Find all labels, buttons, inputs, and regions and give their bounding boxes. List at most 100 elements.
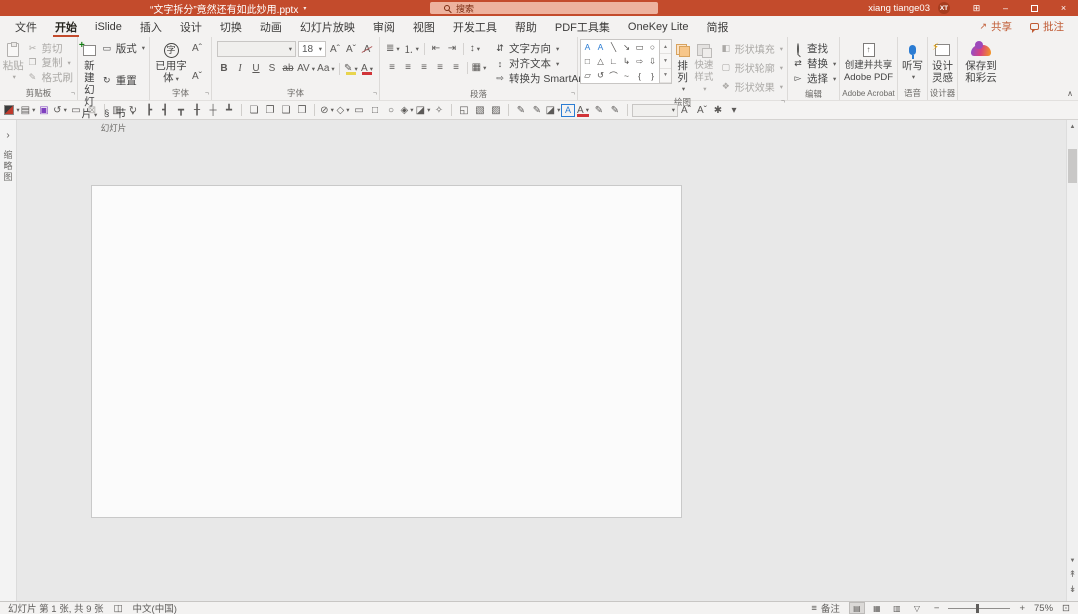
avatar[interactable]: XT xyxy=(938,2,950,14)
used-fonts-button[interactable]: 字 已用字 体▾ xyxy=(152,39,190,86)
shape-effects-button[interactable]: ❖形状效果▾ xyxy=(718,79,785,94)
format-painter-button[interactable]: ✎格式刷 xyxy=(25,70,76,84)
language-indicator[interactable]: 中文(中国) xyxy=(133,601,177,614)
thumbnail-pane-collapsed[interactable]: › 缩略图 xyxy=(0,120,17,601)
ribbon-tab[interactable]: PDF工具集 xyxy=(546,16,619,37)
dialog-launcher[interactable]: ⌐ xyxy=(571,90,575,97)
bold-button[interactable]: B xyxy=(217,61,231,76)
triangle[interactable]: △ xyxy=(594,54,607,68)
bullets-button[interactable]: ≣▾ xyxy=(385,41,401,56)
zoom-level[interactable]: 75% xyxy=(1034,603,1053,614)
dialog-launcher[interactable]: ⌐ xyxy=(373,90,377,97)
gallery-more-button[interactable]: ▼ xyxy=(660,69,671,83)
align-top-objects[interactable]: ┳ xyxy=(173,102,189,118)
select-button[interactable]: ▻选择▾ xyxy=(790,71,838,86)
save[interactable]: ▣ xyxy=(36,102,52,118)
increase-font-size-button[interactable]: Aˆ xyxy=(328,42,342,57)
insert-oval[interactable]: ○ xyxy=(383,102,399,118)
user-name[interactable]: xiang tiange03 xyxy=(868,3,930,14)
ribbon-tab[interactable]: 动画 xyxy=(251,16,291,37)
scroll-up-button[interactable]: ▲ xyxy=(1067,120,1078,133)
curve[interactable]: ~ xyxy=(620,69,633,83)
save-to-cloud-button[interactable]: 保存到 和彩云 xyxy=(965,39,997,86)
align-center-button[interactable]: ≡ xyxy=(401,60,415,75)
find-button[interactable]: 查找 xyxy=(790,41,838,56)
ribbon-tab[interactable]: 幻灯片放映 xyxy=(291,16,364,37)
gallery-down-button[interactable]: ▼ xyxy=(660,54,671,68)
insert-rectangle[interactable]: ▭ xyxy=(351,102,367,118)
underline-button[interactable]: U xyxy=(249,61,263,76)
zoom-thumb[interactable] xyxy=(976,604,979,613)
arc[interactable]: ⌒ xyxy=(607,69,620,83)
decrease-font-size[interactable]: Aˇ xyxy=(694,102,710,118)
align-left-objects[interactable]: ┣ xyxy=(141,102,157,118)
line[interactable]: ╲ xyxy=(607,40,620,54)
zoom-in-button[interactable]: + xyxy=(1019,603,1025,614)
scribble[interactable]: ↺ xyxy=(594,69,607,83)
elbow-connector[interactable]: ∟ xyxy=(607,54,620,68)
highlight-color[interactable]: ◪▾ xyxy=(545,102,561,118)
elbow-arrow-connector[interactable]: ↳ xyxy=(620,54,633,68)
ribbon-tab[interactable]: 插入 xyxy=(131,16,171,37)
character-spacing-button[interactable]: AV▾ xyxy=(297,61,315,76)
scrollbar-thumb[interactable] xyxy=(1068,149,1077,183)
align-bottom-objects[interactable]: ┻ xyxy=(221,102,237,118)
layout-button[interactable]: ▭版式▾ xyxy=(99,41,147,55)
copy-button[interactable]: ❐复制▾ xyxy=(25,56,76,70)
search-box[interactable]: 搜索 xyxy=(430,2,658,14)
ribbon-tab[interactable]: 开始 xyxy=(46,16,86,37)
textbox-horizontal[interactable]: A xyxy=(581,40,594,54)
text-shadow-button[interactable]: S xyxy=(265,61,279,76)
decrease-indent-button[interactable]: ⇤ xyxy=(429,41,443,56)
create-share-pdf-button[interactable]: ↑ 创建并共享 Adobe PDF xyxy=(844,39,893,86)
italic-button[interactable]: I xyxy=(233,61,247,76)
change-case-button[interactable]: Aa▾ xyxy=(317,61,335,76)
slide-number-indicator[interactable]: 幻灯片 第 1 张, 共 9 张 xyxy=(8,601,104,614)
scroll-down-button[interactable]: ▼ xyxy=(1067,554,1078,567)
increase-font-size[interactable]: Aˆ xyxy=(678,102,694,118)
numbering-button[interactable]: ⒈▾ xyxy=(403,41,420,56)
paste-button[interactable]: 粘贴 ▾ xyxy=(2,39,25,86)
font-name-combo[interactable]: ▾ xyxy=(217,41,296,57)
collapse-ribbon-button[interactable]: ∧ xyxy=(1067,89,1073,98)
shape-outline-button[interactable]: ▢形状轮廓▾ xyxy=(718,60,785,75)
normal-view[interactable]: ▤ xyxy=(849,602,865,614)
ribbon-display-options-button[interactable]: ⊞ xyxy=(962,0,991,16)
document-title[interactable]: “文字拆分”竟然还有如此妙用.pptx ▾ xyxy=(150,0,306,16)
insert-textbox[interactable]: A xyxy=(561,104,575,117)
rectangle[interactable]: ▭ xyxy=(633,40,646,54)
undo[interactable]: ↺▾ xyxy=(52,102,68,118)
ribbon-tab[interactable]: 审阅 xyxy=(364,16,404,37)
shrink-font-button[interactable]: Aˇ xyxy=(190,69,204,84)
crop[interactable]: ◱ xyxy=(456,102,472,118)
insert-chart[interactable]: ▥ xyxy=(109,102,125,118)
ribbon-tab[interactable]: 设计 xyxy=(171,16,211,37)
cut-button[interactable]: ✂剪切 xyxy=(25,41,76,55)
scrollbar-track[interactable] xyxy=(1067,133,1078,554)
oval[interactable]: ○ xyxy=(646,40,659,54)
no-outline[interactable]: ⊘▾ xyxy=(319,102,335,118)
arrange-button[interactable]: 排列 ▾ xyxy=(675,39,690,96)
change-shape[interactable]: ◇▾ xyxy=(335,102,351,118)
gallery-up-button[interactable]: ▲ xyxy=(660,40,671,54)
grow-font-button[interactable]: Aˆ xyxy=(190,41,204,56)
zoom-out-button[interactable]: − xyxy=(934,603,940,614)
maximize-button[interactable] xyxy=(1020,0,1049,16)
close-button[interactable]: × xyxy=(1049,0,1078,16)
left-brace[interactable]: { xyxy=(633,69,646,83)
distribute-button[interactable]: ≡ xyxy=(449,60,463,75)
minimize-button[interactable]: – xyxy=(991,0,1020,16)
design-ideas-button[interactable]: ⚡ 设计 灵感 xyxy=(932,39,953,86)
text-highlight-button[interactable]: ✎▾ xyxy=(344,61,358,76)
insert-picture[interactable]: ▧ xyxy=(472,102,488,118)
textbox-vertical[interactable]: A xyxy=(594,40,607,54)
quick-styles-button[interactable]: 快速样式 ▾ xyxy=(693,39,715,96)
slideshow-from-start[interactable]: ▭ xyxy=(68,102,84,118)
fit-to-window-button[interactable]: ⊡ xyxy=(1062,603,1070,614)
columns-button[interactable]: ▦▾ xyxy=(472,60,486,75)
clear-formatting-button[interactable]: A xyxy=(360,42,374,57)
zoom-slider[interactable] xyxy=(948,604,1010,613)
ribbon-tab[interactable]: 视图 xyxy=(404,16,444,37)
strikethrough-button[interactable]: ab xyxy=(281,61,295,76)
right-arrow[interactable]: ⇨ xyxy=(633,54,646,68)
